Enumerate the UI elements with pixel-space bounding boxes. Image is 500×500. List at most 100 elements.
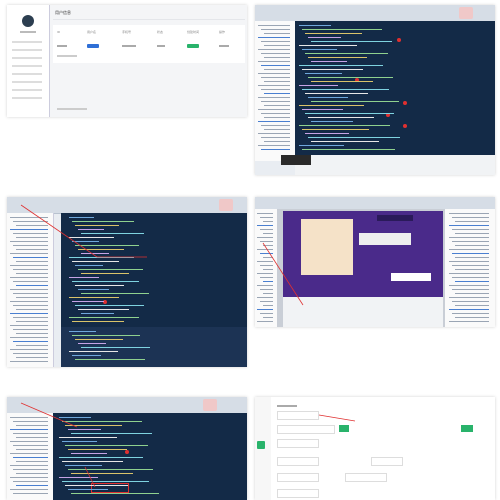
tree-item[interactable]: [452, 277, 489, 278]
tree-item[interactable]: [260, 313, 273, 314]
tree-item[interactable]: [10, 313, 48, 314]
tree-item[interactable]: [263, 281, 273, 282]
tree-item[interactable]: [263, 233, 273, 234]
tree-item[interactable]: [10, 277, 48, 278]
tree-item[interactable]: [258, 145, 290, 146]
tree-item[interactable]: [263, 269, 273, 270]
tree-item[interactable]: [13, 233, 48, 234]
tree-item[interactable]: [258, 133, 290, 134]
sidebar-item[interactable]: [12, 73, 42, 75]
confirm-button[interactable]: [339, 425, 349, 432]
tree-item[interactable]: [264, 57, 290, 58]
tree-item[interactable]: [16, 309, 48, 310]
tree-item[interactable]: [10, 429, 48, 430]
tree-item[interactable]: [258, 25, 290, 26]
tree-item[interactable]: [16, 357, 48, 358]
tree-item[interactable]: [264, 33, 290, 34]
tree-item[interactable]: [258, 97, 290, 98]
tree-item[interactable]: [449, 249, 489, 250]
tree-item[interactable]: [258, 49, 290, 50]
tree-item[interactable]: [455, 293, 489, 294]
tree-item[interactable]: [13, 469, 48, 470]
tree-item[interactable]: [13, 329, 48, 330]
sidebar-item[interactable]: [12, 65, 42, 67]
tree-item[interactable]: [261, 113, 290, 114]
tree-item[interactable]: [16, 297, 48, 298]
tree-item[interactable]: [13, 257, 48, 258]
tree-item[interactable]: [261, 53, 290, 54]
tree-item[interactable]: [16, 473, 48, 474]
tree-item[interactable]: [10, 361, 48, 362]
tree-item[interactable]: [16, 461, 48, 462]
tree-item[interactable]: [264, 117, 290, 118]
sidebar-item[interactable]: [12, 89, 42, 91]
tree-item[interactable]: [13, 281, 48, 282]
tree-item[interactable]: [257, 213, 273, 214]
tree-item[interactable]: [10, 477, 48, 478]
tree-item[interactable]: [16, 485, 48, 486]
tree-item[interactable]: [10, 253, 48, 254]
tree-item[interactable]: [10, 349, 48, 350]
table-cell[interactable]: [219, 45, 229, 47]
tree-item[interactable]: [258, 73, 290, 74]
form-input[interactable]: [277, 425, 335, 434]
tree-item[interactable]: [16, 333, 48, 334]
tree-item[interactable]: [258, 37, 290, 38]
tree-item[interactable]: [257, 285, 273, 286]
tree-item[interactable]: [449, 225, 489, 226]
tree-item[interactable]: [13, 317, 48, 318]
tree-item[interactable]: [449, 321, 489, 322]
tree-item[interactable]: [257, 261, 273, 262]
pagination[interactable]: [57, 108, 87, 110]
tree-item[interactable]: [264, 129, 290, 130]
tree-item[interactable]: [449, 309, 489, 310]
tree-item[interactable]: [13, 481, 48, 482]
tree-item[interactable]: [260, 229, 273, 230]
form-input[interactable]: [277, 489, 319, 498]
tree-item[interactable]: [13, 457, 48, 458]
tree-item[interactable]: [260, 301, 273, 302]
tree-item[interactable]: [263, 257, 273, 258]
tree-item[interactable]: [264, 45, 290, 46]
tree-item[interactable]: [16, 237, 48, 238]
tree-item[interactable]: [13, 245, 48, 246]
tree-item[interactable]: [13, 353, 48, 354]
tree-item[interactable]: [10, 489, 48, 490]
tree-item[interactable]: [260, 217, 273, 218]
tree-item[interactable]: [452, 229, 489, 230]
form-input[interactable]: [371, 457, 403, 466]
tree-item[interactable]: [257, 249, 273, 250]
tree-item[interactable]: [13, 433, 48, 434]
tree-item[interactable]: [258, 109, 290, 110]
tree-item[interactable]: [261, 41, 290, 42]
form-input[interactable]: [277, 473, 319, 482]
tree-item[interactable]: [261, 65, 290, 66]
tree-item[interactable]: [10, 325, 48, 326]
tree-item[interactable]: [452, 289, 489, 290]
sidebar-item[interactable]: [12, 49, 42, 51]
tree-item[interactable]: [13, 421, 48, 422]
tree-item[interactable]: [257, 225, 273, 226]
tree-item[interactable]: [10, 441, 48, 442]
sidebar-item[interactable]: [12, 57, 42, 59]
tree-item[interactable]: [452, 313, 489, 314]
tree-item[interactable]: [455, 245, 489, 246]
tree-item[interactable]: [455, 221, 489, 222]
submit-button[interactable]: [461, 425, 473, 432]
tree-item[interactable]: [10, 465, 48, 466]
tree-item[interactable]: [10, 417, 48, 418]
tree-item[interactable]: [264, 105, 290, 106]
tree-item[interactable]: [263, 293, 273, 294]
tree-item[interactable]: [16, 285, 48, 286]
tree-item[interactable]: [449, 237, 489, 238]
tree-item[interactable]: [260, 241, 273, 242]
tree-item[interactable]: [452, 265, 489, 266]
form-input[interactable]: [277, 439, 319, 448]
tree-item[interactable]: [260, 253, 273, 254]
form-input[interactable]: [277, 457, 319, 466]
tree-item[interactable]: [16, 225, 48, 226]
tree-item[interactable]: [16, 273, 48, 274]
tree-item[interactable]: [257, 297, 273, 298]
tree-item[interactable]: [16, 345, 48, 346]
tree-item[interactable]: [452, 301, 489, 302]
